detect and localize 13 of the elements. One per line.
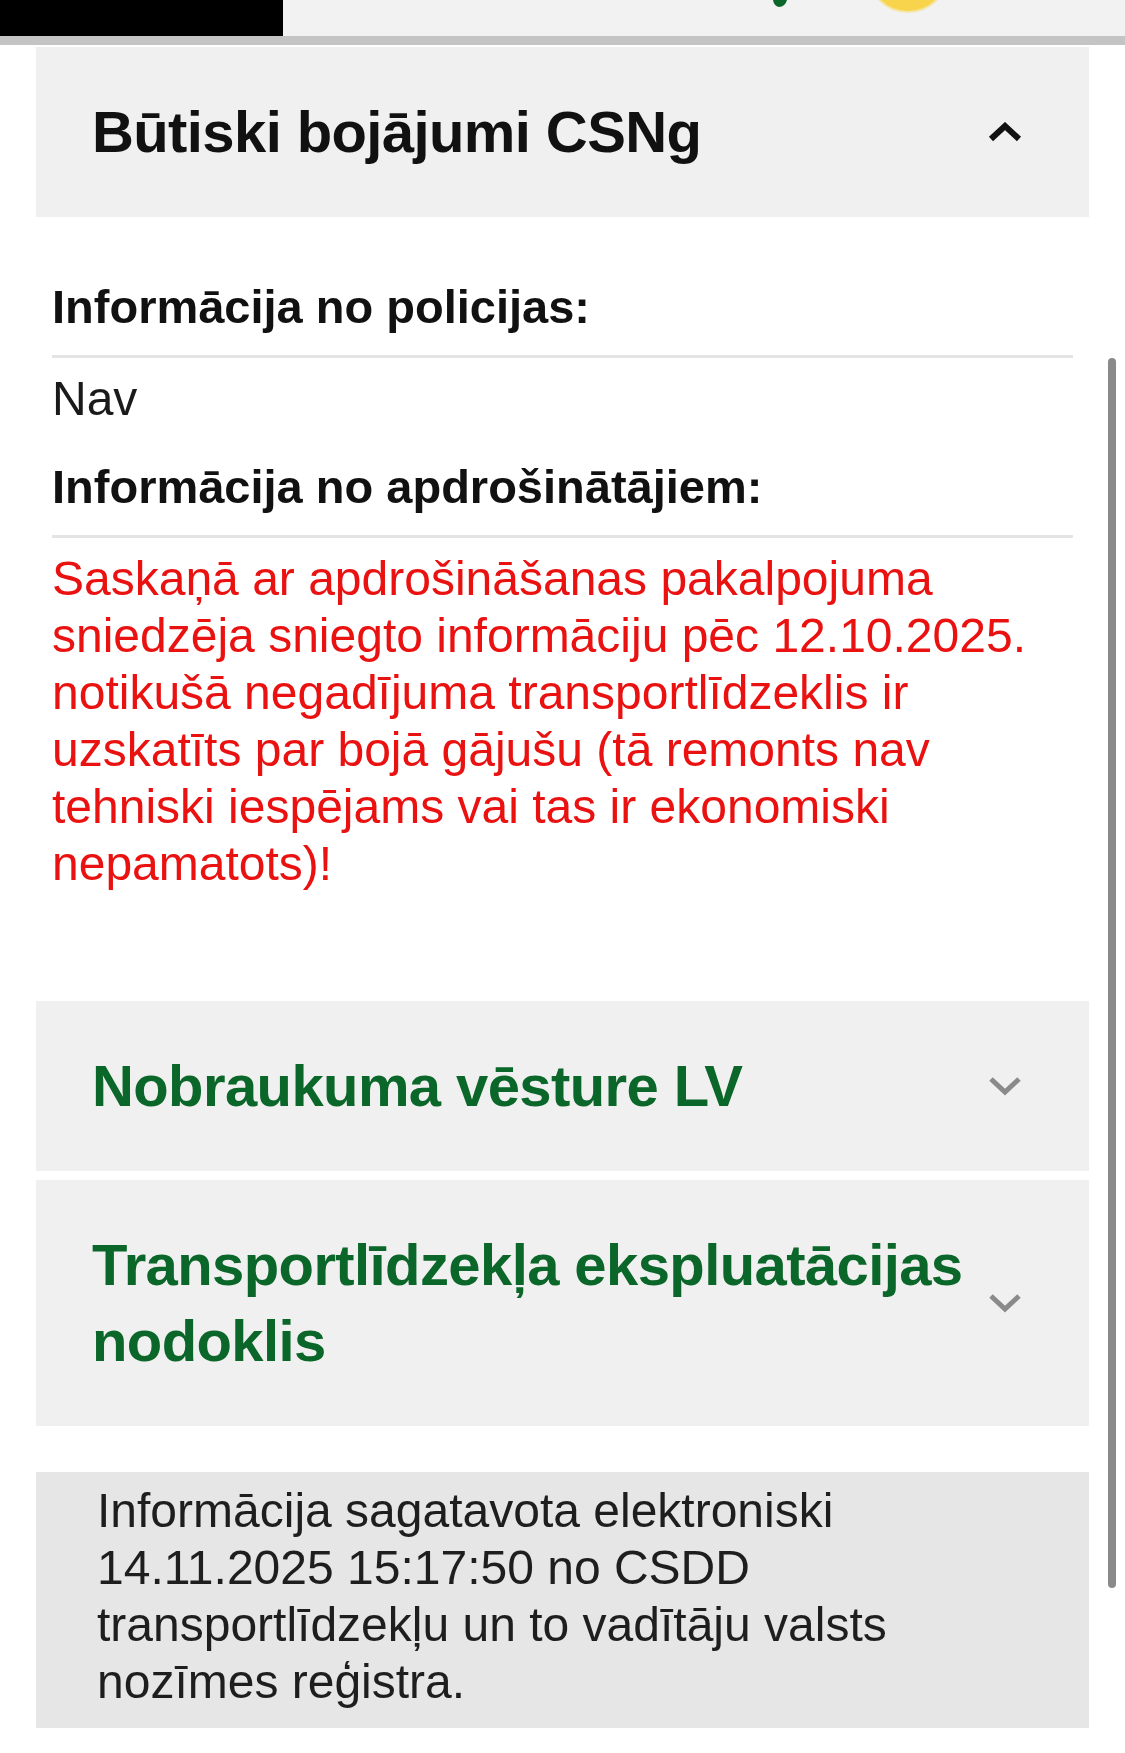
scrollbar-thumb[interactable]	[1108, 358, 1116, 1588]
info-note: Informācija sagatavota elektroniski 14.11.2025 15:17:50 no CSDD transportlīdzekļu un to vadītāju valsts nozīmes reģistra.	[36, 1472, 1089, 1728]
field-label: Informācija no apdrošinātājiem:	[52, 459, 1073, 538]
chevron-down-icon	[988, 1076, 1022, 1096]
warning-text: Saskaņā ar apdrošināšanas pakalpojuma sniedzēja sniegto informāciju pēc 12.10.2025. notikušā negadījuma transportlīdzeklis ir uzskatīts par bojā gājušu (tā remonts nav tehniski iespējams vai tas ir ekonomiski nepamatots)!	[52, 551, 1027, 892]
accordion-header[interactable]: Nobraukuma vēsture LV	[36, 1001, 1089, 1171]
chevron-down-icon	[988, 1293, 1022, 1313]
accordion-header[interactable]: Transportlīdzekļa ekspluatācijas nodoklis	[36, 1180, 1089, 1426]
field-value: Nav	[52, 371, 139, 427]
accordion-header[interactable]: Būtiski bojājumi CSNg	[36, 47, 1089, 217]
field-label: Informācija no policijas:	[52, 279, 1073, 358]
chevron-up-icon	[988, 122, 1022, 142]
logo-fragment-icon	[773, 0, 787, 7]
